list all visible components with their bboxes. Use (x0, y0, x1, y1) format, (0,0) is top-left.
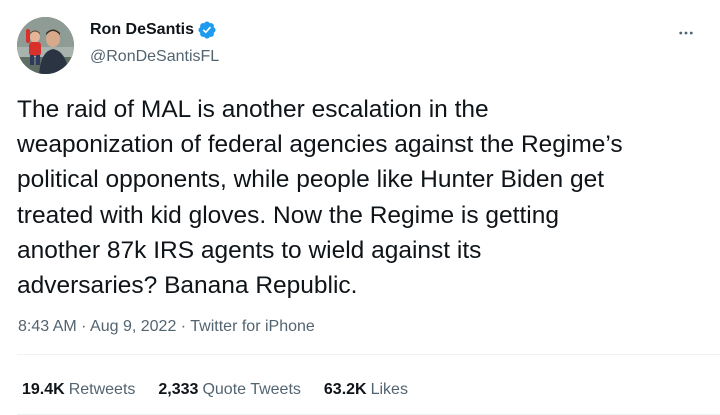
likes-label: Likes (370, 381, 408, 398)
retweets-count: 19.4K (22, 381, 65, 398)
likes-stat-link[interactable]: 63.2K Likes (324, 380, 408, 400)
divider (17, 354, 720, 355)
tweet-source-link[interactable]: Twitter for iPhone (190, 318, 315, 335)
retweets-stat-link[interactable]: 19.4K Retweets (22, 380, 135, 400)
meta-separator: · (76, 318, 91, 335)
avatar-photo (17, 17, 74, 74)
quote-tweets-label: Quote Tweets (202, 381, 301, 398)
tweet-text: The raid of MAL is another escalation in… (17, 92, 707, 303)
tweet-text-line: The raid of MAL is another escalation in… (17, 96, 489, 123)
tweet-text-line: another 87k IRS agents to wield against … (17, 236, 482, 264)
tweet-date-link[interactable]: Aug 9, 2022 (90, 318, 176, 335)
tweet-stats: 19.4K Retweets 2,333 Quote Tweets 63.2K … (22, 380, 431, 400)
verified-badge-icon (197, 20, 217, 40)
tweet-text-line: political opponents, while people like H… (17, 166, 605, 194)
author-handle[interactable]: @RonDeSantisFL (90, 47, 219, 67)
quote-tweets-count: 2,333 (158, 381, 199, 398)
tweet: Ron DeSantis @RonDeSantisFL The raid of … (0, 0, 720, 415)
tweet-text-line: weaponization of federal agencies agains… (17, 131, 623, 159)
quote-tweets-stat-link[interactable]: 2,333 Quote Tweets (158, 380, 300, 400)
tweet-meta: 8:43 AM · Aug 9, 2022 · Twitter for iPho… (18, 317, 315, 337)
retweets-label: Retweets (68, 381, 136, 398)
meta-separator: · (176, 318, 191, 335)
likes-count: 63.2K (323, 381, 367, 398)
avatar[interactable] (17, 17, 74, 74)
more-horizontal-icon[interactable] (675, 22, 697, 44)
tweet-text-line: treated with kid gloves. Now the Regime … (17, 201, 559, 229)
tweet-text-line: adversaries? Banana Republic. (17, 272, 358, 300)
author-name-row[interactable]: Ron DeSantis (90, 20, 217, 40)
tweet-time-link[interactable]: 8:43 AM (18, 318, 77, 335)
author-display-name[interactable]: Ron DeSantis (90, 20, 194, 40)
